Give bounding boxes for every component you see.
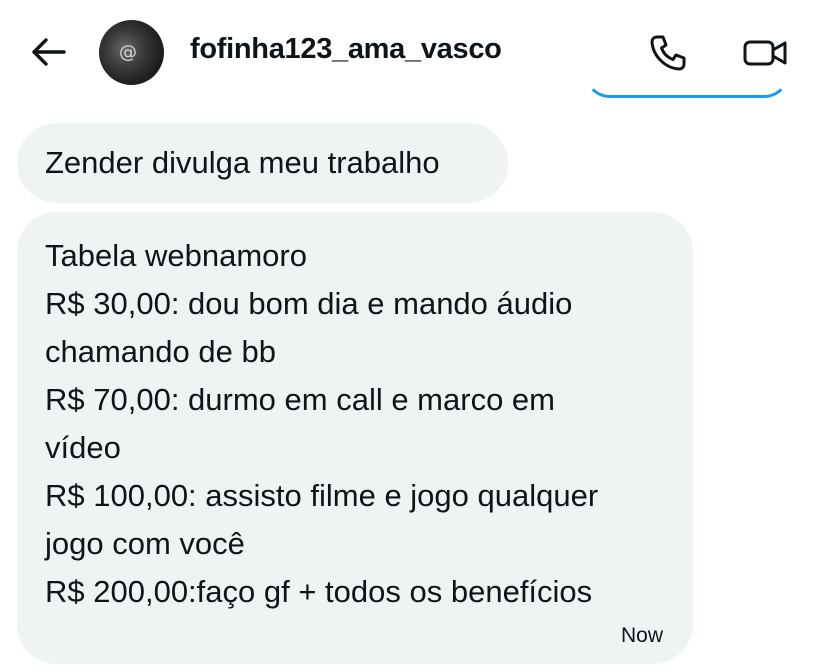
message-line: jogo com você	[45, 526, 245, 561]
avatar[interactable]: @	[99, 20, 164, 85]
back-button[interactable]	[24, 30, 72, 74]
message-line: Tabela webnamoro	[45, 238, 307, 273]
message-bubble[interactable]: Zender divulga meu trabalho	[17, 123, 508, 203]
message-line: chamando de bb	[45, 334, 276, 369]
message-line: R$ 100,00: assisto filme e jogo qualquer	[45, 478, 599, 513]
message-bubble[interactable]: Tabela webnamoro R$ 30,00: dou bom dia e…	[17, 212, 693, 664]
message-line: R$ 200,00:faço gf + todos os benefícios	[45, 574, 593, 609]
message-line: R$ 70,00: durmo em call e marco em	[45, 382, 555, 417]
avatar-glyph: @	[119, 42, 137, 63]
message-timestamp: Now	[620, 624, 663, 647]
conversation-header: @ fofinha123_ama_vasco	[0, 0, 828, 100]
message-line: R$ 30,00: dou bom dia e mando áudio	[45, 286, 573, 321]
message-line: vídeo	[45, 430, 121, 465]
message-text: Zender divulga meu trabalho	[45, 145, 440, 180]
blue-accent-edge	[584, 60, 790, 98]
arrow-left-icon	[32, 38, 66, 66]
conversation-username[interactable]: fofinha123_ama_vasco	[190, 33, 502, 66]
dm-conversation-screen: @ fofinha123_ama_vasco Zender divulga me…	[0, 0, 828, 672]
